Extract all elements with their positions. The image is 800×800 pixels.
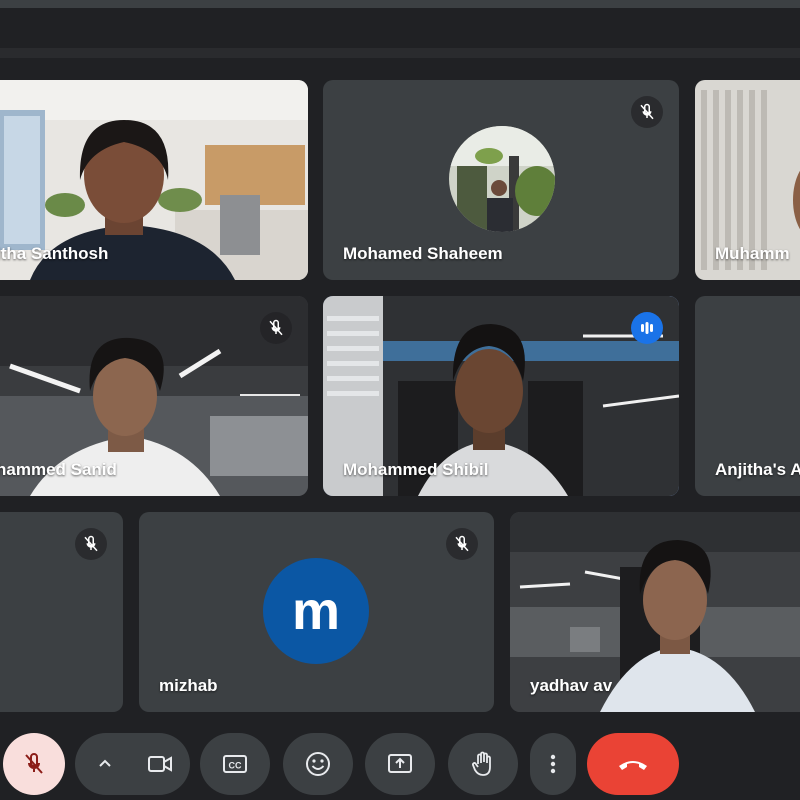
closed-captions-icon: CC: [223, 755, 247, 773]
raise-hand-button[interactable]: [448, 733, 518, 795]
participant-name: Mohamed Shaheem: [343, 244, 503, 263]
mic-off-icon: [446, 528, 478, 560]
participant-tile-hammed-sanid[interactable]: hammed Sanid: [0, 296, 308, 496]
mic-off-icon: [260, 312, 292, 344]
video-camera-icon: [148, 756, 172, 772]
participant-tile-mizhab[interactable]: m mizhab: [139, 512, 494, 712]
mic-toggle-button[interactable]: [3, 733, 65, 795]
present-screen-button[interactable]: [365, 733, 435, 795]
mic-muted-icon: [25, 753, 43, 774]
participant-tile-unnamed[interactable]: [0, 512, 123, 712]
leave-call-button[interactable]: [587, 733, 679, 795]
emoji-icon: [306, 752, 330, 776]
more-vert-icon: [550, 754, 556, 774]
participant-name: itha Santhosh: [0, 244, 109, 263]
reactions-button[interactable]: [283, 733, 353, 795]
hand-icon: [472, 751, 491, 776]
svg-text:CC: CC: [229, 761, 242, 771]
participant-tile-itha-santhosh[interactable]: itha Santhosh: [0, 80, 308, 280]
participant-tile-yadhav-av[interactable]: yadhav av: [510, 512, 800, 712]
participant-tile-anjithas[interactable]: Anjitha's A: [695, 296, 800, 496]
window-top-bar: [0, 0, 800, 8]
participant-tile-mohammed-shibil[interactable]: Mohammed Shibil: [323, 296, 679, 496]
participant-name: yadhav av: [530, 676, 613, 695]
participant-name: Anjitha's A: [715, 460, 800, 479]
participant-name: hammed Sanid: [0, 460, 117, 479]
video-options-group: [75, 733, 190, 795]
participant-name: Muhamm: [715, 244, 790, 263]
participant-tile-mohamed-shaheem[interactable]: Mohamed Shaheem: [323, 80, 679, 280]
hang-up-icon: [619, 761, 647, 770]
participant-name: mizhab: [159, 676, 218, 695]
speaking-indicator-icon: [631, 312, 663, 344]
participant-name: Mohammed Shibil: [343, 460, 489, 479]
participant-tile-muhamm[interactable]: Muhamm: [695, 80, 800, 280]
present-screen-icon: [388, 754, 412, 773]
avatar: [449, 126, 555, 232]
mic-off-icon: [631, 96, 663, 128]
camera-toggle-button[interactable]: [129, 733, 191, 795]
window-toolbar-strip: [0, 48, 800, 58]
mic-off-icon: [75, 528, 107, 560]
captions-button[interactable]: CC: [200, 733, 270, 795]
more-options-button[interactable]: [95, 753, 115, 773]
more-options-menu-button[interactable]: [530, 733, 576, 795]
chevron-up-icon: [99, 759, 111, 767]
avatar: m: [263, 558, 369, 664]
